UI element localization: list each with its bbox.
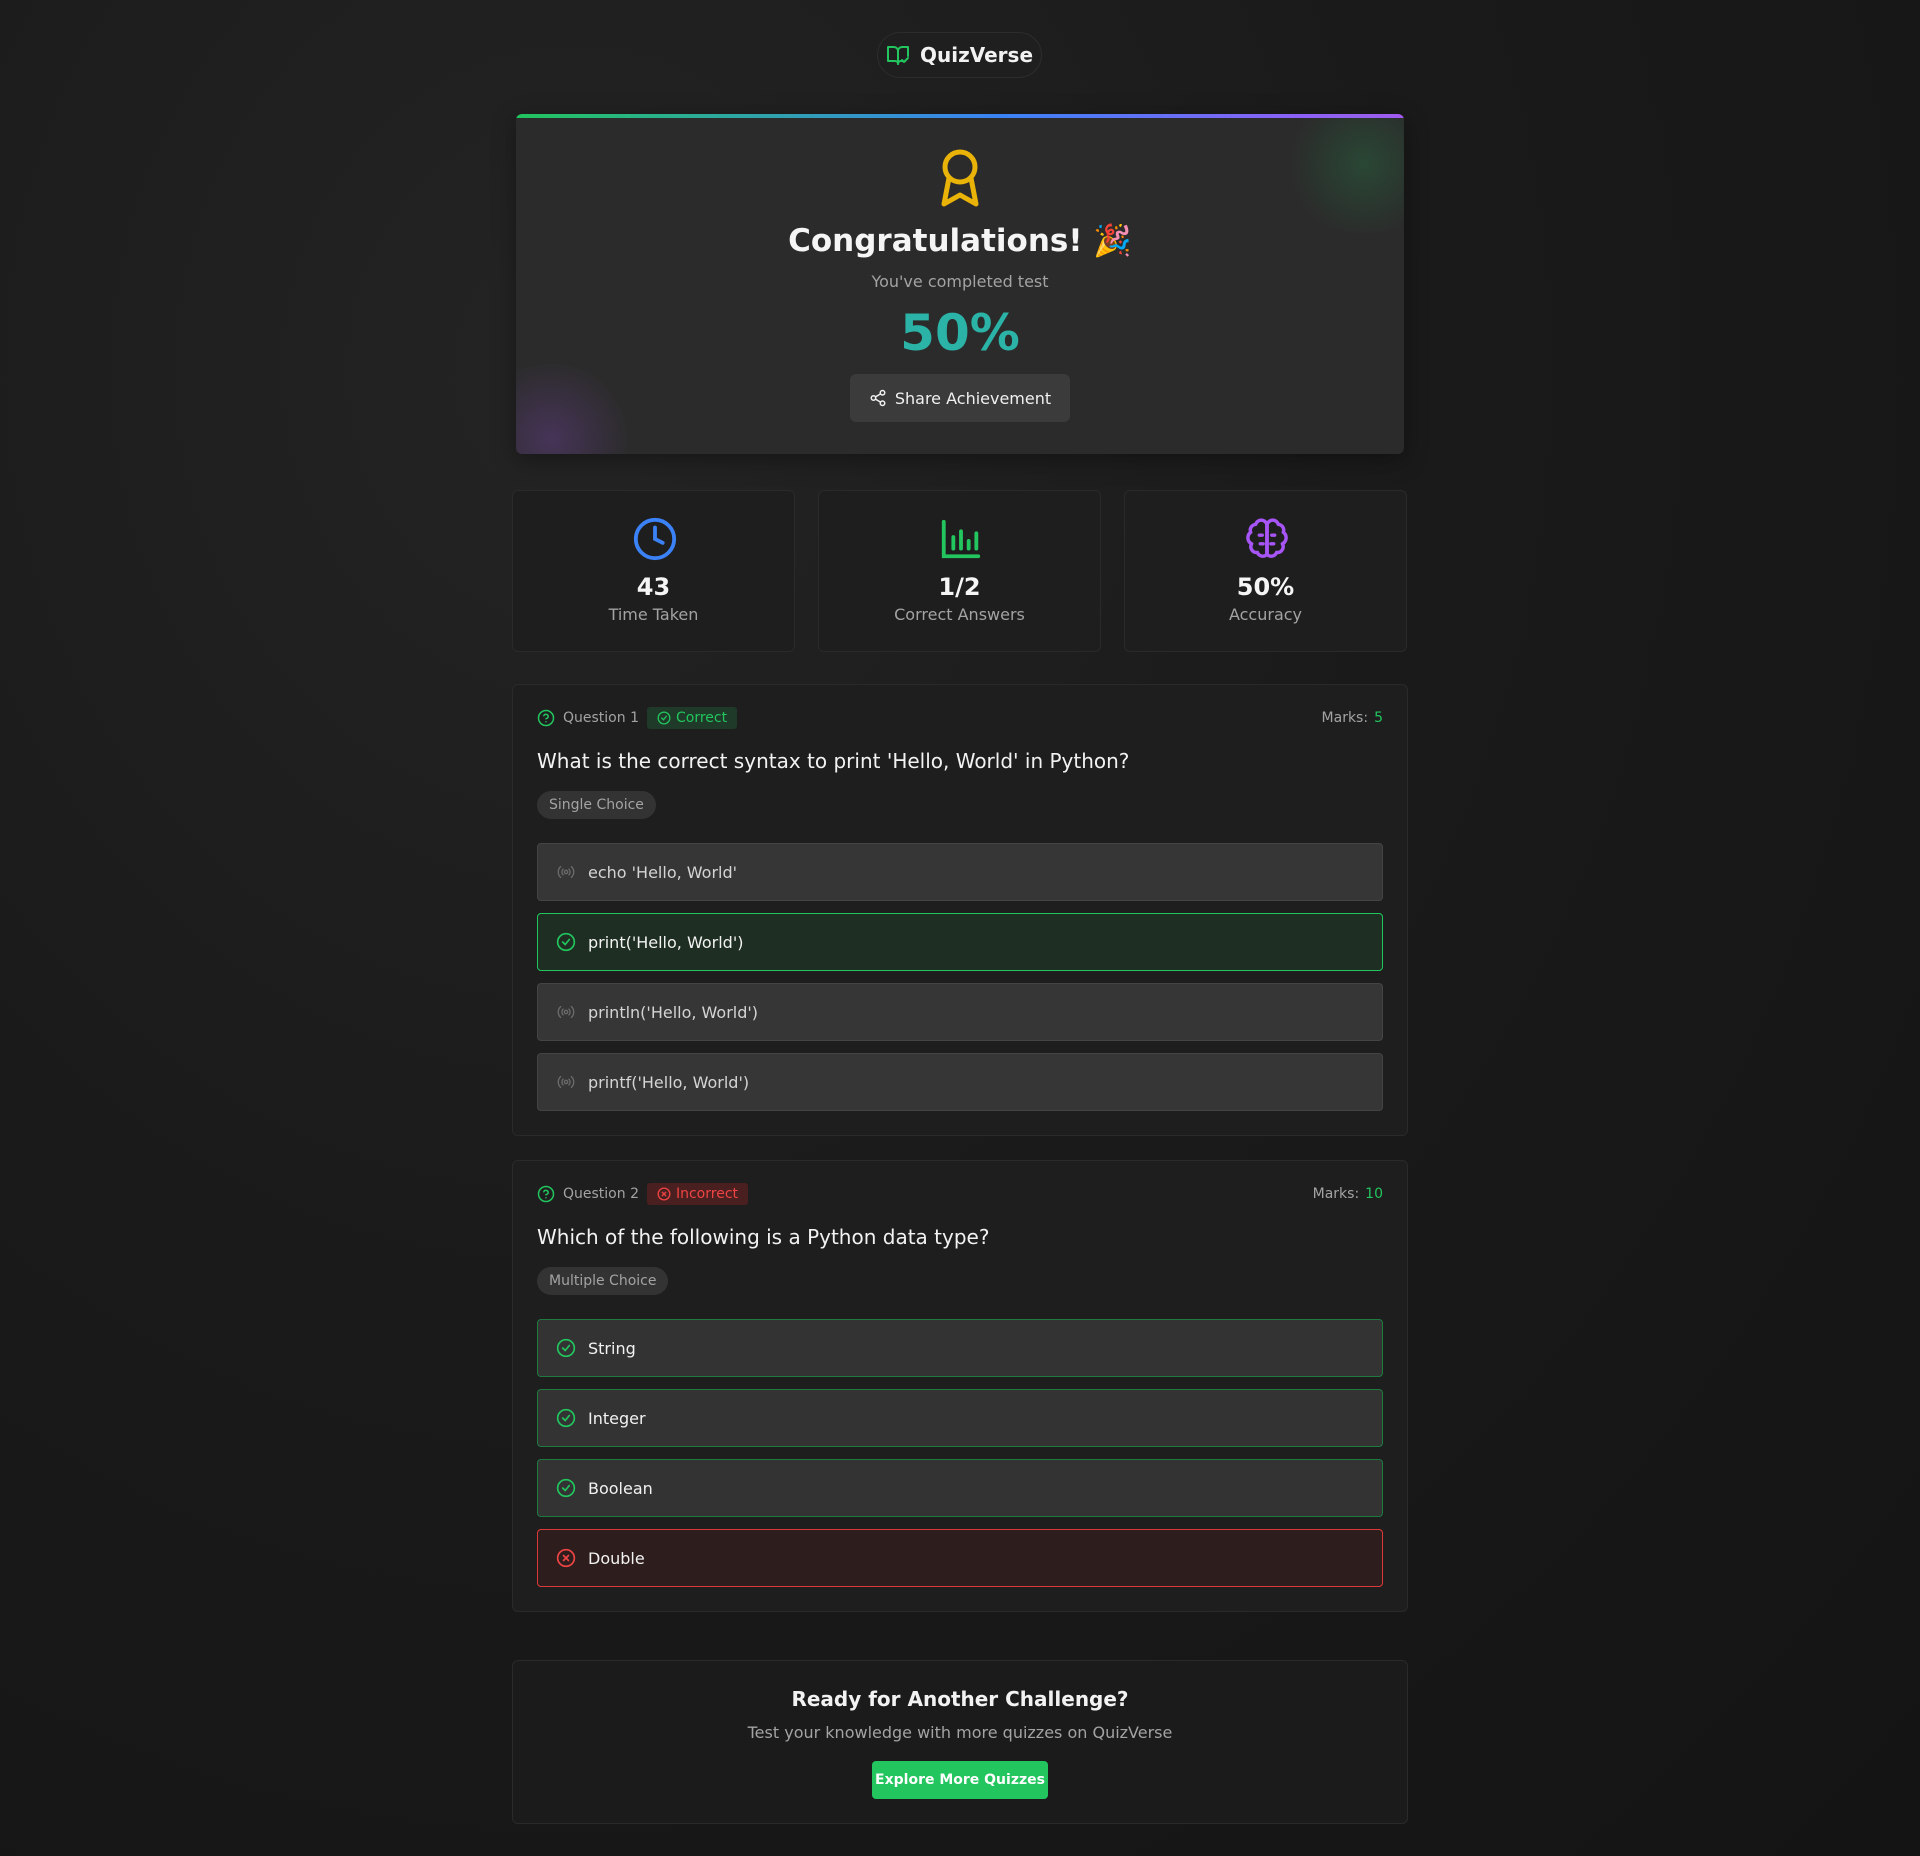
hero-accent-bar [516,114,1404,118]
cta-subtitle: Test your knowledge with more quizzes on… [747,1723,1173,1742]
check-circle-icon [556,1478,576,1498]
check-circle-icon [556,1408,576,1428]
question-header: Question 1 Correct [537,707,738,729]
share-label: Share Achievement [894,388,1052,408]
status-text: Incorrect [675,1186,739,1202]
cta-title: Ready for Another Challenge? [791,1687,1129,1711]
option-2[interactable]: print('Hello, World') [537,913,1383,971]
stat-correct-answers: 1/2 Correct Answers [818,490,1101,652]
question-header: Question 2 Incorrect [537,1183,749,1205]
stat-label: Time Taken [608,605,699,624]
option-text: Integer [588,1408,646,1428]
radio-icon [557,1005,575,1019]
stat-value: 43 [636,573,671,601]
question-marks: Marks: 10 [1313,1186,1383,1202]
question-marks: Marks: 5 [1322,710,1383,726]
award-icon [941,149,979,207]
question-type-badge: Multiple Choice [537,1267,669,1295]
stat-time-taken: 43 Time Taken [512,490,795,652]
question-card-1: Question 1 Correct Marks: 5 What is the c… [512,684,1408,1136]
option-text: print('Hello, World') [588,932,744,952]
marks-label: Marks: [1321,710,1369,726]
radio-icon [557,1075,575,1089]
brand-name: QuizVerse [919,43,1034,67]
question-label: Question 2 [563,1186,639,1202]
question-card-2: Question 2 Incorrect Marks: 10 Which of t… [512,1160,1408,1612]
x-circle-icon [556,1548,576,1568]
help-circle-icon [537,1185,555,1203]
option-4[interactable]: printf('Hello, World') [537,1053,1383,1111]
option-4[interactable]: Double [537,1529,1383,1587]
stat-value: 1/2 [938,573,981,601]
explore-more-quizzes-button[interactable]: Explore More Quizzes [872,1761,1048,1799]
question-text: Which of the following is a Python data … [537,1225,990,1249]
bar-chart-icon [941,519,981,559]
check-circle-icon [556,932,576,952]
share-icon [870,389,886,407]
option-text: Boolean [588,1478,653,1498]
marks-value: 10 [1365,1186,1383,1202]
hero-glow [516,364,636,454]
marks-label: Marks: [1312,1186,1360,1202]
help-circle-icon [537,709,555,727]
status-badge: Correct [646,707,738,729]
option-1[interactable]: echo 'Hello, World' [537,843,1383,901]
option-1[interactable]: String [537,1319,1383,1377]
option-3[interactable]: println('Hello, World') [537,983,1383,1041]
hero-glow [1284,114,1404,234]
stat-label: Correct Answers [894,605,1025,624]
question-type-badge: Single Choice [537,791,656,819]
hero-subtitle: You've completed test [871,272,1049,291]
option-text: println('Hello, World') [588,1002,759,1022]
stat-accuracy: 50% Accuracy [1124,490,1407,652]
results-hero-card: Congratulations! 🎉 You've completed test… [516,114,1404,454]
brain-icon [1246,518,1288,558]
results-page: QuizVerse Congratulations! 🎉 You've comp… [0,0,1920,1856]
question-label: Question 1 [563,710,639,726]
option-2[interactable]: Integer [537,1389,1383,1447]
cta-card: Ready for Another Challenge? Test your k… [512,1660,1408,1824]
check-circle-icon [556,1338,576,1358]
option-text: printf('Hello, World') [588,1072,750,1092]
hero-score: 50% [900,304,1020,362]
check-circle-icon [657,711,671,725]
clock-icon [633,517,677,561]
hero-title: Congratulations! 🎉 [788,223,1132,259]
radio-icon [557,865,575,879]
option-text: Double [588,1548,645,1568]
book-open-check-icon [886,46,909,65]
share-achievement-button[interactable]: Share Achievement [850,374,1070,422]
option-3[interactable]: Boolean [537,1459,1383,1517]
stat-label: Accuracy [1228,605,1303,624]
x-circle-icon [657,1187,671,1201]
stat-value: 50% [1236,573,1295,601]
question-text: What is the correct syntax to print 'Hel… [537,749,1130,773]
status-text: Correct [675,710,728,726]
brand-logo[interactable]: QuizVerse [877,32,1042,78]
option-text: String [588,1338,636,1358]
marks-value: 5 [1374,710,1383,726]
status-badge: Incorrect [646,1183,749,1205]
option-text: echo 'Hello, World' [588,862,738,882]
